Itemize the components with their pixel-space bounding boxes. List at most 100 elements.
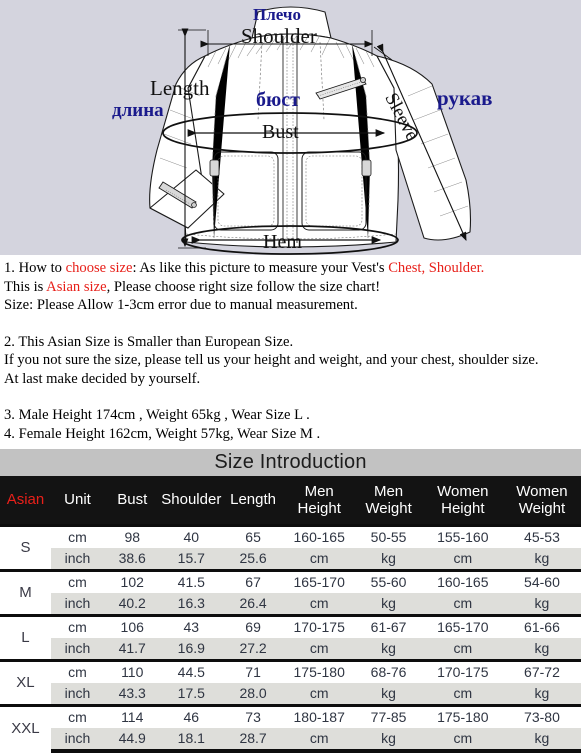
cell-unit: cm — [50, 658, 105, 683]
cell-women-height: cm — [422, 592, 503, 615]
cell-shoulder: 17.5 — [160, 682, 223, 705]
table-row: inch 41.7 16.9 27.2 cm kg cm kg — [0, 637, 581, 660]
note-line-6: At last make decided by yourself. — [4, 370, 201, 387]
cell-women-height: 165-170 — [422, 613, 503, 638]
note-1-highlight-chest-shoulder: Chest, Shoulder. — [388, 260, 485, 276]
note-line-5: If you not sure the size, please tell us… — [4, 352, 539, 368]
cell-shoulder: 40 — [160, 523, 223, 548]
table-row: M cm 102 41.5 67 165-170 55-60 160-165 5… — [0, 568, 581, 615]
notes-spacer-1 — [4, 315, 577, 333]
cell-shoulder: 18.1 — [160, 727, 223, 753]
cell-women-height: 175-180 — [422, 703, 503, 728]
size-chart-title: Size Introduction — [0, 449, 581, 476]
cell-unit: inch — [50, 682, 105, 705]
cell-men-height: cm — [283, 727, 355, 753]
col-header-asian: Asian — [6, 491, 45, 509]
cell-bust: 106 — [104, 613, 161, 638]
cell-men-weight: kg — [354, 547, 423, 570]
label-bust-ru: бюст — [256, 89, 300, 111]
row-size-label: M — [0, 568, 51, 615]
label-length-en: Length — [150, 76, 210, 100]
note-2-highlight-asian-size: Asian size — [46, 278, 107, 295]
cell-men-height: 175-180 — [283, 658, 355, 683]
col-header-unit: Unit — [64, 491, 91, 509]
cell-unit: cm — [50, 613, 105, 638]
cell-women-weight: kg — [502, 637, 581, 660]
note-1-text-b: : As like this picture to measure your V… — [132, 260, 389, 276]
cell-women-height: cm — [422, 682, 503, 705]
cell-men-weight: kg — [354, 637, 423, 660]
label-bust-en: Bust — [262, 121, 299, 143]
cell-men-weight: 68-76 — [354, 658, 423, 683]
cell-bust: 102 — [104, 568, 161, 593]
cell-unit: inch — [50, 727, 105, 753]
cell-women-weight: 73-80 — [502, 703, 581, 728]
col-header-men-height: Men Height — [297, 482, 341, 517]
label-shoulder-ru: Плечо — [253, 5, 301, 24]
cell-women-weight: 61-66 — [502, 613, 581, 638]
size-table-head: Asian Unit Bust Shoulder Length Men Heig… — [0, 476, 581, 525]
note-1-highlight-choose-size: choose size — [65, 260, 133, 276]
table-row: inch 40.2 16.3 26.4 cm kg cm kg — [0, 592, 581, 615]
cell-shoulder: 41.5 — [160, 568, 223, 593]
cell-women-height: cm — [422, 637, 503, 660]
col-header-bust: Bust — [117, 491, 148, 509]
table-row: XL cm 110 44.5 71 175-180 68-76 170-175 … — [0, 658, 581, 705]
cell-bust: 44.9 — [104, 727, 161, 753]
label-sleeve-ru: рукав — [437, 86, 493, 110]
cell-women-weight: kg — [502, 547, 581, 570]
cell-men-weight: kg — [354, 682, 423, 705]
note-line-2: This is Asian size, Please choose right … — [4, 278, 577, 297]
cell-length: 28.0 — [222, 682, 284, 705]
cell-men-weight: 77-85 — [354, 703, 423, 728]
table-header-row: Asian Unit Bust Shoulder Length Men Heig… — [0, 476, 581, 525]
cell-men-height: cm — [283, 592, 355, 615]
col-header-men-weight: Men Weight — [365, 482, 412, 517]
cell-length: 25.6 — [222, 547, 284, 570]
cell-bust: 40.2 — [104, 592, 161, 615]
note-line-7: 3. Male Height 174cm , Weight 65kg , Wea… — [4, 407, 310, 423]
cell-men-height: 165-170 — [283, 568, 355, 593]
cell-men-height: 160-165 — [283, 523, 355, 548]
note-line-4: 2. This Asian Size is Smaller than Europ… — [4, 333, 294, 350]
cell-bust: 110 — [104, 658, 161, 683]
note-line-8: 4. Female Height 162cm, Weight 57kg, Wea… — [4, 425, 321, 442]
cell-women-weight: 54-60 — [502, 568, 581, 593]
cell-unit: cm — [50, 703, 105, 728]
cell-bust: 38.6 — [104, 547, 161, 570]
jacket-measurement-diagram: Плечо Shoulder Length длина бюст Bust He… — [0, 0, 581, 255]
row-size-label: L — [0, 613, 51, 660]
cell-length: 27.2 — [222, 637, 284, 660]
cell-length: 26.4 — [222, 592, 284, 615]
table-row: inch 44.9 18.1 28.7 cm kg cm kg — [0, 727, 581, 753]
cell-women-height: cm — [422, 547, 503, 570]
cell-unit: inch — [50, 592, 105, 615]
cell-bust: 41.7 — [104, 637, 161, 660]
note-2-text-b: , Please choose right size follow the si… — [106, 278, 381, 295]
col-header-women-weight: Women Weight — [516, 482, 568, 517]
cell-length: 65 — [222, 523, 284, 548]
cell-length: 28.7 — [222, 727, 284, 753]
cell-bust: 98 — [104, 523, 161, 548]
col-header-shoulder: Shoulder — [161, 491, 222, 509]
size-chart: Size Introduction Asian Unit Bust Should… — [0, 449, 581, 753]
notes-spacer-2 — [4, 388, 577, 406]
size-notes: 1. How to choose size: As like this pict… — [0, 255, 581, 443]
cell-women-height: 155-160 — [422, 523, 503, 548]
cell-men-weight: kg — [354, 727, 423, 753]
col-header-women-height: Women Height — [437, 482, 489, 517]
row-size-label: S — [0, 523, 51, 570]
cell-length: 69 — [222, 613, 284, 638]
label-hem-en: Hem — [263, 231, 302, 253]
cell-women-height: cm — [422, 727, 503, 753]
size-table-body: S cm 98 40 65 160-165 50-55 155-160 45-5… — [0, 523, 581, 753]
cell-women-height: 160-165 — [422, 568, 503, 593]
cell-shoulder: 16.9 — [160, 637, 223, 660]
label-shoulder-en: Shoulder — [241, 24, 317, 48]
note-1-text-a: 1. How to — [4, 260, 66, 276]
cell-unit: cm — [50, 523, 105, 548]
note-line-3: Size: Please Allow 1-3cm error due to ma… — [4, 297, 358, 313]
cell-women-weight: kg — [502, 682, 581, 705]
label-length-ru: длина — [112, 100, 164, 121]
row-size-label: XL — [0, 658, 51, 705]
